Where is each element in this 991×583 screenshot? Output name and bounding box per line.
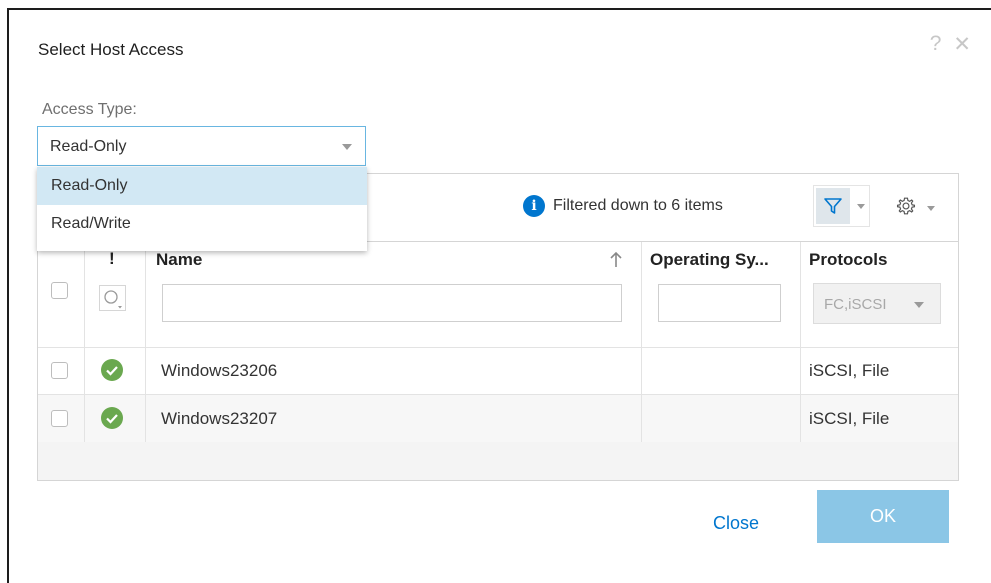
- protocols-filter-select[interactable]: FC,iSCSI: [813, 283, 941, 324]
- os-filter-input[interactable]: [658, 284, 781, 322]
- protocols-column-header[interactable]: Protocols: [809, 250, 887, 270]
- access-type-select[interactable]: Read-Only: [37, 126, 366, 166]
- chevron-down-icon: [927, 206, 935, 211]
- access-type-label: Access Type:: [42, 101, 137, 118]
- option-read-only[interactable]: Read-Only: [37, 167, 367, 205]
- access-type-value: Read-Only: [50, 138, 127, 155]
- funnel-icon: [816, 188, 850, 224]
- protocols-filter-value: FC,iSCSI: [824, 296, 887, 313]
- row-checkbox[interactable]: [51, 410, 68, 427]
- name-column-header[interactable]: Name: [156, 250, 202, 270]
- filtered-text: Filtered down to 6 items: [553, 197, 723, 214]
- host-name-cell: Windows23207: [161, 409, 278, 428]
- option-read-write[interactable]: Read/Write: [37, 205, 367, 242]
- table-header: ! Name Operating Sy... Protocols FC,iSCS…: [38, 241, 958, 348]
- protocols-cell: iSCSI, File: [809, 409, 890, 428]
- help-icon[interactable]: ?: [930, 32, 942, 57]
- close-icon[interactable]: ✕: [953, 32, 971, 57]
- status-filter-icon: [104, 290, 122, 309]
- sort-ascending-icon[interactable]: [609, 251, 623, 274]
- status-filter[interactable]: [99, 285, 126, 311]
- close-button[interactable]: Close: [713, 513, 759, 534]
- settings-button[interactable]: [895, 195, 935, 222]
- select-all-checkbox[interactable]: [51, 282, 68, 299]
- info-icon: i: [523, 195, 545, 217]
- dialog-header-icons: ? ✕: [930, 32, 971, 57]
- check-circle-icon: [101, 359, 123, 381]
- ok-button[interactable]: OK: [817, 490, 949, 543]
- access-type-dropdown: Read-Only Read/Write: [37, 167, 367, 251]
- chevron-down-icon: [857, 204, 865, 209]
- protocols-cell: iSCSI, File: [809, 361, 890, 380]
- dialog-title: Select Host Access: [38, 40, 184, 59]
- chevron-down-icon: [342, 144, 352, 150]
- check-circle-icon: [101, 407, 123, 429]
- gear-icon: [895, 195, 917, 222]
- name-filter-input[interactable]: [162, 284, 622, 322]
- filter-status: i Filtered down to 6 items: [523, 195, 723, 217]
- status-column-header[interactable]: !: [109, 249, 115, 269]
- operating-system-column-header[interactable]: Operating Sy...: [650, 250, 769, 270]
- filter-button[interactable]: [813, 185, 870, 227]
- chevron-down-icon: [914, 302, 924, 308]
- row-checkbox[interactable]: [51, 362, 68, 379]
- host-name-cell: Windows23206: [161, 361, 278, 380]
- grid-empty-area: [38, 442, 958, 480]
- table-row[interactable]: Windows23206 iSCSI, File: [38, 347, 958, 395]
- table-row[interactable]: Windows23207 iSCSI, File: [38, 395, 958, 443]
